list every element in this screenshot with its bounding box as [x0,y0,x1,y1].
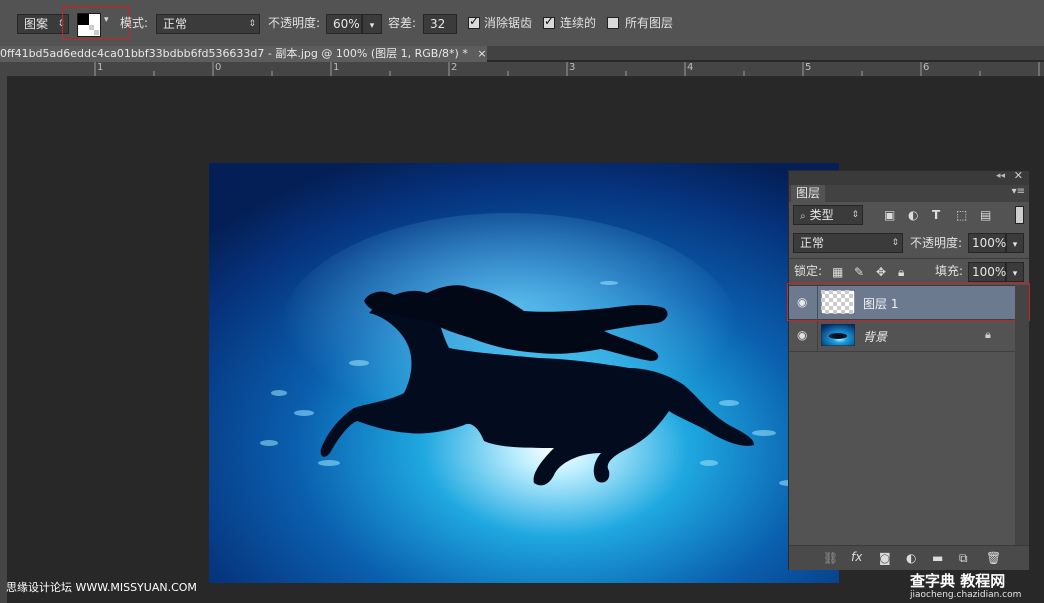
lock-position-icon[interactable]: ✥ [876,265,886,279]
close-icon[interactable]: ✕ [1014,169,1023,182]
fill-dropdown-button[interactable]: ▾ [1006,262,1024,282]
image-filter-icon[interactable]: ▣ [884,208,895,222]
vertical-ruler[interactable] [0,76,7,603]
antialias-label: 消除锯齿 [484,16,533,30]
chevron-down-icon[interactable]: ▾ [104,15,109,25]
checker-pattern-icon [78,14,100,36]
chevron-down-icon: ▾ [1012,240,1018,250]
smart-object-filter-icon[interactable]: ▤ [980,208,991,222]
watermark-left-text: 思缘设计论坛 WWW.MISSYUAN.COM [6,581,197,594]
layer-opacity-input[interactable]: 100% [968,233,1006,253]
layer-list: ◉ 图层 1 ◉ 背景 🔒︎ [789,285,1015,546]
tolerance-input[interactable]: 32 [423,14,457,34]
options-bar: 图案 ⇕ ▾ 模式: 正常 ⇕ 不透明度: 60% ▾ 容差: 32 消除锯齿 … [0,0,1044,47]
eye-icon[interactable]: ◉ [797,328,807,342]
watermark-right: 查字典 教程网 jiaocheng.chazidian.com [910,572,1038,600]
panel-header: ◂◂ ✕ [789,169,1029,185]
watermark-right-title: 查字典 教程网 [910,572,1006,590]
collapse-icon[interactable]: ◂◂ [996,171,1005,181]
fx-icon[interactable]: fx [851,550,862,564]
chevron-updown-icon: ⇕ [891,238,899,248]
ruler-label: 2 [451,62,458,73]
ruler-ticks [94,62,1040,76]
ruler-label: 5 [805,62,812,73]
document-tab-title: 0ff41bd5ad6eddc4ca01bbf33bdbb6fd536633d7… [0,47,468,60]
fill-input[interactable]: 100% [968,262,1006,282]
mode-dropdown[interactable]: 正常 ⇕ [156,14,260,34]
layer-opacity-label: 不透明度: [910,236,963,250]
lock-paint-icon[interactable]: ✎ [854,265,864,279]
link-layers-icon[interactable]: ⛓︎ [823,551,838,565]
panel-footer: ⛓︎ fx ◙ ◐ ▬ ⧉ 🗑︎ [789,545,1029,570]
search-icon: ⌕ [800,211,806,222]
layer-opacity-dropdown-button[interactable]: ▾ [1006,233,1024,253]
lock-all-icon[interactable]: 🔒︎ [898,265,904,279]
layer-opacity-value: 100% [972,236,1007,250]
chevron-updown-icon: ⇕ [248,19,256,29]
layer-list-scrollbar[interactable] [1015,285,1029,545]
new-layer-icon[interactable]: ⧉ [959,551,968,565]
watermark-left: 思缘设计论坛 WWW.MISSYUAN.COM [6,579,197,595]
ruler-label: 3 [569,62,576,73]
filter-toggle[interactable] [1015,206,1024,224]
fill-value: 100% [972,265,1007,279]
ruler-label: 1 [333,62,340,73]
tab-layers[interactable]: 图层 [791,185,825,202]
ruler-label: 6 [923,62,930,73]
blend-mode-dropdown[interactable]: 正常 ⇕ [793,233,903,253]
mode-label: 模式: [120,16,149,30]
tolerance-label: 容差: [388,16,417,30]
document-canvas[interactable] [209,163,839,583]
all-layers-checkbox[interactable] [607,17,619,29]
new-group-icon[interactable]: ▬ [932,551,943,565]
opacity-input[interactable]: 60% [326,14,362,34]
watermark-right-url: jiaocheng.chazidian.com [910,590,1022,600]
adjustment-layer-icon[interactable]: ◐ [906,551,916,565]
shape-filter-icon[interactable]: ⬚ [956,208,967,222]
filter-kind-value: 类型 [809,208,834,222]
contiguous-checkbox[interactable] [543,14,555,29]
ruler-label: 1 [97,62,104,73]
highlight-box [787,283,1030,321]
adjustment-filter-icon[interactable]: ◐ [908,208,918,222]
layer-name: 背景 [863,330,888,344]
delete-layer-icon[interactable]: 🗑︎ [986,551,1001,565]
panel-menu-icon[interactable]: ▾≡ [1012,186,1025,197]
contiguous-label: 连续的 [560,16,597,30]
close-icon[interactable]: × [477,47,486,60]
antialias-checkbox[interactable] [468,14,480,29]
horizontal-ruler[interactable]: 1 0 1 2 3 4 5 6 [0,62,1044,77]
document-tab[interactable]: 0ff41bd5ad6eddc4ca01bbf33bdbb6fd536633d7… [0,46,487,62]
chevron-down-icon: ▾ [369,21,375,31]
tolerance-value: 32 [430,17,446,31]
all-layers-label: 所有图层 [625,16,674,30]
lock-label: 锁定: [794,264,823,278]
ruler-label: 4 [687,62,694,73]
panel-tab-strip: 图层 ▾≡ [789,185,1029,202]
blend-mode-value: 正常 [800,236,825,250]
underwater-horse-photo [209,163,839,583]
opacity-value: 60% [333,17,360,31]
lock-transparency-icon[interactable]: ▦ [832,265,843,279]
lock-icon: 🔒︎ [985,328,991,341]
divider [817,320,818,351]
layer-row-background[interactable]: ◉ 背景 🔒︎ [789,319,1015,352]
opacity-dropdown-button[interactable]: ▾ [362,14,382,34]
layers-panel: ◂◂ ✕ 图层 ▾≡ ⌕ 类型 ⇕ ▣ ◐ T ⬚ ▤ 正常 ⇕ 不透明度: 10… [787,169,1030,570]
divider [789,258,1029,259]
pattern-source-label: 图案 [24,17,49,31]
filter-kind-dropdown[interactable]: ⌕ 类型 ⇕ [793,205,863,225]
layer-thumbnail [821,324,855,346]
opacity-label: 不透明度: [268,16,321,30]
fill-label: 填充: [935,264,964,278]
tab-layers-label: 图层 [795,186,820,200]
pattern-swatch[interactable] [77,13,101,37]
mode-value: 正常 [163,17,188,31]
add-mask-icon[interactable]: ◙ [879,551,891,565]
ruler-label: 0 [215,62,222,73]
chevron-updown-icon: ⇕ [851,210,859,220]
type-filter-icon[interactable]: T [932,208,940,222]
chevron-down-icon: ▾ [1012,269,1018,279]
